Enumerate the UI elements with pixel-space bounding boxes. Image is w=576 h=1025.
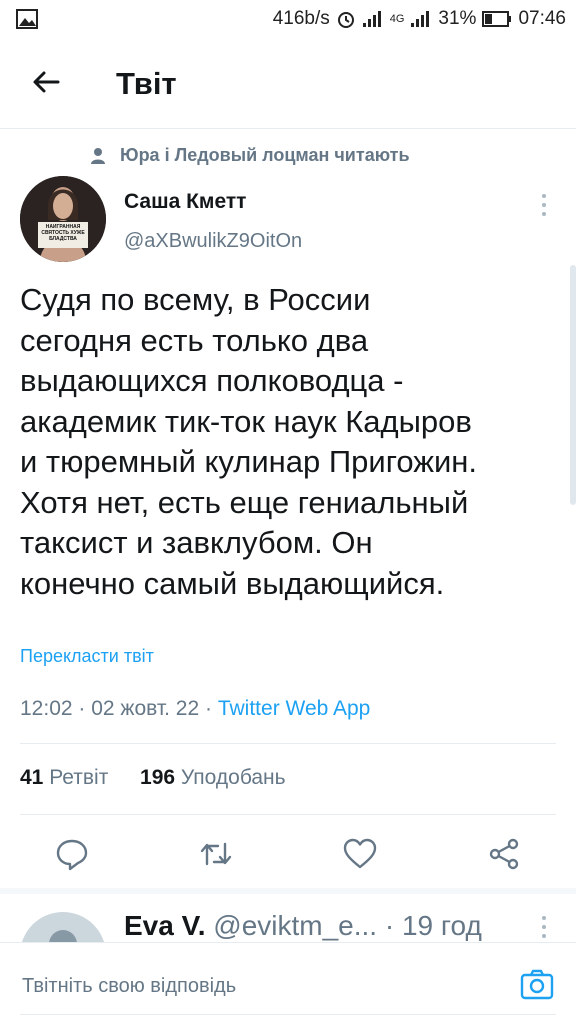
tweet-source-link[interactable]: Twitter Web App — [218, 697, 371, 720]
translate-tweet-link[interactable]: Перекласти твіт — [20, 646, 154, 667]
tweet-meta: 12:02 · 02 жовт. 22 · Twitter Web App — [20, 697, 371, 720]
alarm-icon — [337, 12, 354, 28]
retweets-stat[interactable]: 41 Ретвіт — [20, 766, 114, 789]
network-speed: 416b/s — [272, 8, 330, 29]
heart-icon[interactable] — [342, 836, 378, 872]
reply-author-name: Eva V. — [124, 910, 206, 941]
reply-more-options-icon[interactable] — [536, 914, 552, 940]
share-icon[interactable] — [486, 836, 522, 872]
tweet-line: и тюремный кулинар Пригожин. — [20, 444, 477, 479]
tweet-line: сегодня есть только два — [20, 322, 369, 358]
tweet-line: академик тик-ток наук Кадыров — [20, 403, 472, 439]
author-name[interactable]: Саша Кметт — [124, 190, 246, 214]
clock: 07:46 — [518, 8, 566, 29]
likes-label: Уподобань — [180, 766, 286, 789]
divider — [20, 743, 556, 744]
tweet-date: 02 жовт. 22 — [91, 697, 200, 720]
section-separator — [0, 888, 576, 894]
camera-icon[interactable] — [520, 968, 554, 1000]
signal-icon — [362, 11, 381, 27]
reply-age: 19 год — [401, 910, 482, 941]
avatar-sign-text: НАИГРАННАЯ СВЯТОСТЬ ХУЖЕ БЛАДСТВА — [41, 224, 85, 242]
battery-percent: 31% — [438, 8, 477, 29]
tweet-line: выдающихся полководца - — [20, 363, 404, 398]
retweet-icon[interactable] — [198, 836, 234, 872]
retweets-label: Ретвіт — [49, 766, 109, 789]
tweet-time: 12:02 — [20, 697, 73, 720]
reply-composer: Твітніть свою відповідь — [0, 942, 576, 1025]
more-options-icon[interactable] — [536, 192, 552, 218]
person-icon — [91, 147, 105, 164]
author-avatar[interactable]: НАИГРАННАЯ СВЯТОСТЬ ХУЖЕ БЛАДСТВА — [20, 176, 106, 262]
top-bar: Твіт — [0, 38, 576, 129]
scrollbar[interactable] — [570, 265, 576, 505]
status-bar: 416b/s 4G 31% 07:46 — [0, 0, 576, 38]
page-title: Твіт — [116, 66, 177, 101]
action-bar — [0, 830, 576, 880]
tweet-line: Судя по всему, в России — [20, 282, 371, 317]
social-context-text: Юра і Ледовый лоцман читають — [120, 145, 410, 165]
reply-input[interactable]: Твітніть свою відповідь — [22, 975, 236, 998]
reply-author-handle: @eviktm_e... — [213, 910, 378, 941]
author-handle[interactable]: @aXBwulikZ9OitOn — [124, 230, 302, 253]
likes-stat[interactable]: 196 Уподобань — [140, 766, 286, 789]
composer-underline — [20, 1014, 556, 1015]
retweets-count: 41 — [20, 766, 44, 789]
reply-icon[interactable] — [54, 836, 90, 872]
social-context: Юра і Ледовый лоцман читають — [90, 145, 410, 166]
network-type: 4G — [389, 13, 405, 25]
tweet-stats: 41 Ретвіт 196 Уподобань — [20, 766, 286, 790]
reply-header[interactable]: Eva V. @eviktm_e... · 19 год — [124, 910, 482, 942]
gallery-notification-icon — [16, 9, 38, 29]
back-arrow-icon[interactable] — [28, 64, 64, 100]
reply-separator: · — [384, 910, 395, 941]
signal-icon-2 — [411, 11, 430, 27]
tweet-text: Судя по всему, в России сегодня есть тол… — [20, 280, 566, 604]
divider — [20, 814, 556, 815]
avatar-photo — [20, 176, 106, 262]
battery-icon — [482, 11, 512, 27]
tweet-line: Хотя нет, есть еще гениальный — [20, 484, 469, 520]
tweet-line: таксист и завклубом. Он — [20, 525, 373, 560]
likes-count: 196 — [140, 766, 176, 789]
tweet-line: конечно самый выдающийся. — [20, 565, 445, 601]
